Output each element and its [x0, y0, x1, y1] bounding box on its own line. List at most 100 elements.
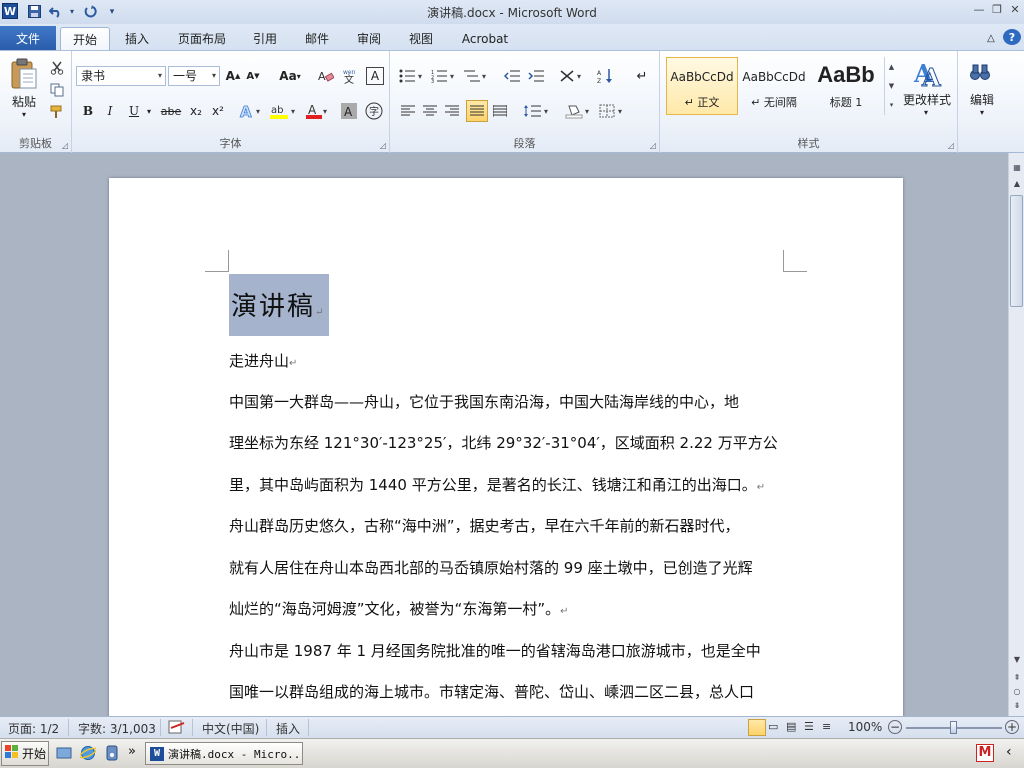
previous-page-icon[interactable]: ⇞ [1010, 671, 1024, 685]
ruler-toggle-icon[interactable]: ▦ [1010, 161, 1024, 175]
media-icon[interactable] [104, 745, 120, 761]
shrink-font-button[interactable]: A ▼ [244, 67, 262, 85]
enclose-characters-icon[interactable]: 字 [364, 101, 384, 121]
bullets-icon[interactable]: ▾ [398, 67, 426, 85]
show-formatting-marks-icon[interactable]: ↵ [634, 67, 650, 85]
help-icon[interactable]: ? [1003, 29, 1021, 45]
tab-view[interactable]: 视图 [400, 27, 442, 50]
draft-view-icon[interactable]: ≡ [822, 720, 831, 733]
strikethrough-button[interactable]: abe [158, 101, 184, 121]
style-normal[interactable]: AaBbCcDd ↵ 正文 [666, 57, 738, 115]
line-spacing-icon[interactable]: ▾ [522, 101, 552, 121]
document-title[interactable]: 演讲稿↵ [229, 274, 330, 336]
highlight-color-icon[interactable]: ab ▾ [268, 101, 300, 121]
change-case-button[interactable]: Aa ▾ [276, 67, 304, 85]
clipboard-launcher-icon[interactable]: ◿ [62, 141, 68, 150]
zoom-in-icon[interactable]: + [1005, 720, 1019, 734]
change-styles-button[interactable]: 更改样式 [898, 91, 956, 107]
font-launcher-icon[interactable]: ◿ [380, 141, 386, 150]
text-effects-icon[interactable]: A ▾ [238, 101, 264, 121]
tab-review[interactable]: 审阅 [348, 27, 390, 50]
vertical-scrollbar[interactable]: ▦ ▲ ▼ ⇞ ○ ⇟ [1008, 153, 1024, 716]
increase-indent-icon[interactable] [526, 67, 546, 85]
superscript-button[interactable]: x² [208, 101, 228, 121]
zoom-level[interactable]: 100% [848, 720, 882, 734]
word-count[interactable]: 字数: 3/1,003 [78, 720, 156, 737]
tab-acrobat[interactable]: Acrobat [452, 27, 518, 50]
character-border-icon[interactable]: A [366, 67, 384, 85]
shading-icon[interactable]: ▾ [564, 101, 594, 121]
align-center-icon[interactable] [420, 101, 440, 121]
paragraph-line[interactable]: 灿烂的“海岛河姆渡”文化，被誉为“东海第一村”。↵ [229, 598, 568, 619]
paragraph-line[interactable]: 国唯一以群岛组成的海上城市。市辖定海、普陀、岱山、嵊泗二区二县，总人口 [229, 681, 754, 702]
align-right-icon[interactable] [442, 101, 462, 121]
style-no-spacing[interactable]: AaBbCcDd ↵ 无间隔 [738, 57, 810, 115]
show-desktop-icon[interactable] [56, 745, 72, 761]
underline-dropdown-icon[interactable]: ▾ [144, 101, 154, 121]
editing-button[interactable]: 编辑 [962, 91, 1002, 107]
minimize-button[interactable]: — [970, 2, 988, 18]
paragraph-line[interactable]: 就有人居住在舟山本岛西北部的马岙镇原始村落的 99 座土墩中，已创造了光辉 [229, 557, 753, 578]
align-left-icon[interactable] [398, 101, 418, 121]
styles-launcher-icon[interactable]: ◿ [948, 141, 954, 150]
paste-icon[interactable] [8, 57, 40, 91]
outline-view-icon[interactable]: ☰ [804, 720, 814, 733]
zoom-slider[interactable] [906, 721, 1002, 734]
language-indicator[interactable]: 中文(中国) [202, 720, 259, 737]
format-painter-icon[interactable] [48, 103, 66, 121]
numbering-icon[interactable]: 1 2 3 ▾ [430, 67, 458, 85]
character-shading-icon[interactable]: A [340, 101, 358, 121]
paste-button-label[interactable]: 粘贴 [6, 93, 42, 109]
restore-button[interactable]: ❐ [988, 2, 1006, 18]
borders-icon[interactable]: ▾ [598, 101, 628, 121]
phonetic-guide-icon[interactable]: wen 文 [340, 67, 362, 85]
font-name-combo[interactable]: 隶书 ▾ [76, 66, 166, 86]
page-count[interactable]: 页面: 1/2 [8, 720, 59, 737]
justify-icon[interactable] [466, 100, 488, 122]
paragraph-line[interactable]: 里，其中岛屿面积为 1440 平方公里，是著名的长江、钱塘江和甬江的出海口。↵ [229, 474, 765, 495]
tab-home[interactable]: 开始 [60, 27, 110, 50]
chevron-up-icon[interactable]: ▲ [889, 58, 894, 77]
underline-button[interactable]: U [124, 101, 144, 121]
copy-icon[interactable] [48, 81, 66, 99]
tray-app-icon[interactable]: M [976, 744, 994, 762]
paragraph-launcher-icon[interactable]: ◿ [650, 141, 656, 150]
tab-page-layout[interactable]: 页面布局 [170, 27, 234, 50]
clear-formatting-icon[interactable]: A [316, 67, 336, 85]
zoom-out-icon[interactable]: − [888, 720, 902, 734]
more-styles-icon[interactable]: ▾ [890, 96, 894, 115]
cut-icon[interactable] [48, 59, 66, 77]
tab-file[interactable]: 文件 [0, 26, 56, 50]
change-styles-icon[interactable]: AA [904, 57, 952, 89]
change-styles-dropdown-icon[interactable]: ▾ [918, 107, 934, 117]
zoom-slider-thumb[interactable] [950, 721, 957, 734]
full-screen-reading-view-icon[interactable]: ▭ [768, 720, 778, 733]
tab-insert[interactable]: 插入 [116, 27, 158, 50]
paragraph-line[interactable]: 理坐标为东经 121°30′-123°25′，北纬 29°32′-31°04′，… [229, 432, 778, 453]
bold-button[interactable]: B [78, 101, 98, 121]
font-size-combo[interactable]: 一号 ▾ [168, 66, 220, 86]
quick-launch-chevron-icon[interactable]: » [128, 744, 136, 759]
scroll-down-icon[interactable]: ▼ [1010, 653, 1024, 667]
distributed-icon[interactable] [490, 101, 510, 121]
grow-font-button[interactable]: A ▲ [224, 67, 242, 85]
start-button[interactable]: 开始 [1, 741, 49, 766]
sort-icon[interactable]: AZ [596, 67, 616, 85]
chevron-down-icon[interactable]: ▼ [889, 77, 894, 96]
close-button[interactable]: ✕ [1006, 2, 1024, 18]
browse-object-icon[interactable]: ○ [1010, 685, 1024, 699]
styles-scroll[interactable]: ▲ ▼ ▾ [884, 57, 898, 115]
paragraph[interactable]: 走进舟山↵ [229, 350, 297, 371]
decrease-indent-icon[interactable] [502, 67, 522, 85]
collapse-ribbon-icon[interactable]: △ [982, 27, 1000, 50]
tab-mailings[interactable]: 邮件 [296, 27, 338, 50]
style-heading-1[interactable]: AaBb 标题 1 [810, 57, 882, 115]
tab-references[interactable]: 引用 [244, 27, 286, 50]
browser-icon[interactable] [78, 745, 98, 761]
paragraph-line[interactable]: 中国第一大群岛——舟山，它位于我国东南沿海，中国大陆海岸线的中心，地 [229, 391, 739, 412]
next-page-icon[interactable]: ⇟ [1010, 699, 1024, 713]
editing-dropdown-icon[interactable]: ▾ [974, 107, 990, 117]
multilevel-list-icon[interactable]: ▾ [462, 67, 490, 85]
scrollbar-thumb[interactable] [1010, 195, 1023, 307]
subscript-button[interactable]: x₂ [186, 101, 206, 121]
